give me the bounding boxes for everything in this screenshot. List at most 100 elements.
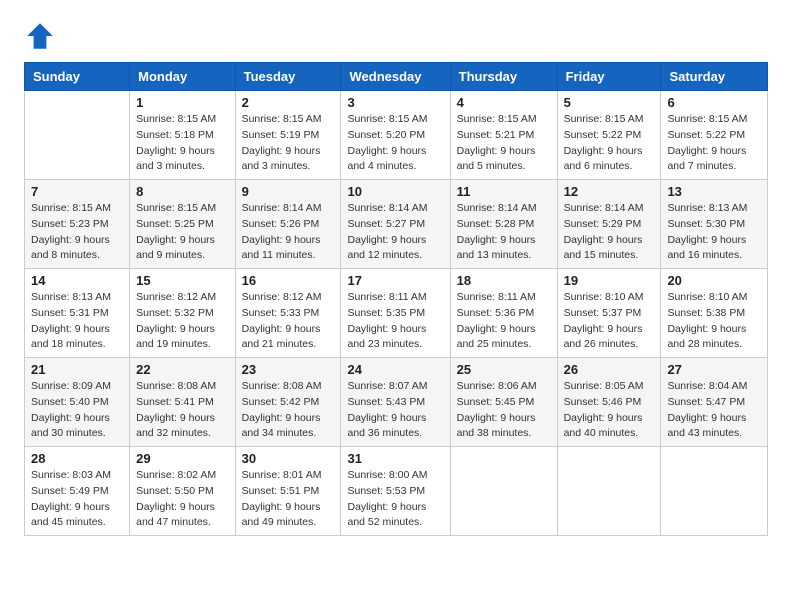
logo-icon bbox=[24, 20, 56, 52]
calendar-cell: 6Sunrise: 8:15 AMSunset: 5:22 PMDaylight… bbox=[661, 91, 768, 180]
calendar-header: SundayMondayTuesdayWednesdayThursdayFrid… bbox=[25, 63, 768, 91]
calendar-cell: 27 Sunrise: 8:04 AMSunset: 5:47 PMDayligh… bbox=[661, 358, 768, 447]
calendar-cell: 1 Sunrise: 8:15 AMSunset: 5:18 PMDaylight… bbox=[130, 91, 235, 180]
calendar-cell: 25Sunrise: 8:06 AMSunset: 5:45 PMDayligh… bbox=[450, 358, 557, 447]
day-number: 18 bbox=[457, 273, 551, 288]
header-row: SundayMondayTuesdayWednesdayThursdayFrid… bbox=[25, 63, 768, 91]
calendar-cell: 13 Sunrise: 8:13 AMSunset: 5:30 PMDayligh… bbox=[661, 180, 768, 269]
header-cell-friday: Friday bbox=[557, 63, 661, 91]
calendar-cell: 19 Sunrise: 8:10 AMSunset: 5:37 PMDayligh… bbox=[557, 269, 661, 358]
day-number: 14 bbox=[31, 273, 123, 288]
day-number: 3 bbox=[347, 95, 443, 110]
day-number: 2 bbox=[242, 95, 335, 110]
calendar-cell: 2 Sunrise: 8:15 AMSunset: 5:19 PMDaylight… bbox=[235, 91, 341, 180]
day-detail: Sunrise: 8:04 AMSunset: 5:47 PMDaylight:… bbox=[667, 379, 761, 442]
day-number: 29 bbox=[136, 451, 228, 466]
calendar-cell: 17 Sunrise: 8:11 AMSunset: 5:35 PMDayligh… bbox=[341, 269, 450, 358]
calendar-cell: 5 Sunrise: 8:15 AMSunset: 5:22 PMDaylight… bbox=[557, 91, 661, 180]
day-detail: Sunrise: 8:14 AMSunset: 5:26 PMDaylight:… bbox=[242, 201, 335, 264]
day-number: 17 bbox=[347, 273, 443, 288]
page-header bbox=[24, 20, 768, 52]
day-detail: Sunrise: 8:10 AMSunset: 5:37 PMDaylight:… bbox=[564, 290, 655, 353]
day-detail: Sunrise: 8:09 AMSunset: 5:40 PMDaylight:… bbox=[31, 379, 123, 442]
calendar-cell: 23 Sunrise: 8:08 AMSunset: 5:42 PMDayligh… bbox=[235, 358, 341, 447]
day-number: 30 bbox=[242, 451, 335, 466]
calendar-cell: 7 Sunrise: 8:15 AMSunset: 5:23 PMDaylight… bbox=[25, 180, 130, 269]
day-number: 16 bbox=[242, 273, 335, 288]
calendar-cell bbox=[450, 447, 557, 536]
day-detail: Sunrise: 8:15 AMSunset: 5:19 PMDaylight:… bbox=[242, 112, 335, 175]
calendar-cell: 31Sunrise: 8:00 AMSunset: 5:53 PMDayligh… bbox=[341, 447, 450, 536]
calendar-body: 1 Sunrise: 8:15 AMSunset: 5:18 PMDaylight… bbox=[25, 91, 768, 536]
day-number: 21 bbox=[31, 362, 123, 377]
day-number: 6 bbox=[667, 95, 761, 110]
day-detail: Sunrise: 8:08 AMSunset: 5:42 PMDaylight:… bbox=[242, 379, 335, 442]
week-row-4: 28 Sunrise: 8:03 AMSunset: 5:49 PMDayligh… bbox=[25, 447, 768, 536]
day-detail: Sunrise: 8:14 AMSunset: 5:29 PMDaylight:… bbox=[564, 201, 655, 264]
day-detail: Sunrise: 8:12 AMSunset: 5:33 PMDaylight:… bbox=[242, 290, 335, 353]
calendar-cell: 29 Sunrise: 8:02 AMSunset: 5:50 PMDayligh… bbox=[130, 447, 235, 536]
day-number: 19 bbox=[564, 273, 655, 288]
header-cell-saturday: Saturday bbox=[661, 63, 768, 91]
day-number: 15 bbox=[136, 273, 228, 288]
day-detail: Sunrise: 8:14 AMSunset: 5:27 PMDaylight:… bbox=[347, 201, 443, 264]
calendar-cell: 4 Sunrise: 8:15 AMSunset: 5:21 PMDaylight… bbox=[450, 91, 557, 180]
calendar-cell: 15 Sunrise: 8:12 AMSunset: 5:32 PMDayligh… bbox=[130, 269, 235, 358]
day-detail: Sunrise: 8:14 AMSunset: 5:28 PMDaylight:… bbox=[457, 201, 551, 264]
day-number: 13 bbox=[667, 184, 761, 199]
day-number: 1 bbox=[136, 95, 228, 110]
calendar-cell: 12Sunrise: 8:14 AMSunset: 5:29 PMDayligh… bbox=[557, 180, 661, 269]
day-detail: Sunrise: 8:12 AMSunset: 5:32 PMDaylight:… bbox=[136, 290, 228, 353]
day-detail: Sunrise: 8:15 AMSunset: 5:22 PMDaylight:… bbox=[564, 112, 655, 175]
calendar-cell: 22Sunrise: 8:08 AMSunset: 5:41 PMDayligh… bbox=[130, 358, 235, 447]
calendar-cell bbox=[557, 447, 661, 536]
calendar-cell: 18 Sunrise: 8:11 AMSunset: 5:36 PMDayligh… bbox=[450, 269, 557, 358]
day-detail: Sunrise: 8:05 AMSunset: 5:46 PMDaylight:… bbox=[564, 379, 655, 442]
day-detail: Sunrise: 8:15 AMSunset: 5:20 PMDaylight:… bbox=[347, 112, 443, 175]
calendar-cell: 26 Sunrise: 8:05 AMSunset: 5:46 PMDayligh… bbox=[557, 358, 661, 447]
calendar-cell: 21 Sunrise: 8:09 AMSunset: 5:40 PMDayligh… bbox=[25, 358, 130, 447]
day-number: 9 bbox=[242, 184, 335, 199]
calendar-cell: 10Sunrise: 8:14 AMSunset: 5:27 PMDayligh… bbox=[341, 180, 450, 269]
week-row-1: 7 Sunrise: 8:15 AMSunset: 5:23 PMDaylight… bbox=[25, 180, 768, 269]
day-detail: Sunrise: 8:00 AMSunset: 5:53 PMDaylight:… bbox=[347, 468, 443, 531]
calendar-cell: 11 Sunrise: 8:14 AMSunset: 5:28 PMDayligh… bbox=[450, 180, 557, 269]
day-detail: Sunrise: 8:11 AMSunset: 5:36 PMDaylight:… bbox=[457, 290, 551, 353]
day-number: 5 bbox=[564, 95, 655, 110]
calendar-cell: 8Sunrise: 8:15 AMSunset: 5:25 PMDaylight… bbox=[130, 180, 235, 269]
day-number: 25 bbox=[457, 362, 551, 377]
header-cell-tuesday: Tuesday bbox=[235, 63, 341, 91]
day-detail: Sunrise: 8:13 AMSunset: 5:30 PMDaylight:… bbox=[667, 201, 761, 264]
day-detail: Sunrise: 8:15 AMSunset: 5:23 PMDaylight:… bbox=[31, 201, 123, 264]
day-detail: Sunrise: 8:15 AMSunset: 5:18 PMDaylight:… bbox=[136, 112, 228, 175]
day-number: 28 bbox=[31, 451, 123, 466]
calendar-cell: 3 Sunrise: 8:15 AMSunset: 5:20 PMDaylight… bbox=[341, 91, 450, 180]
week-row-2: 14 Sunrise: 8:13 AMSunset: 5:31 PMDayligh… bbox=[25, 269, 768, 358]
day-detail: Sunrise: 8:01 AMSunset: 5:51 PMDaylight:… bbox=[242, 468, 335, 531]
day-number: 7 bbox=[31, 184, 123, 199]
day-number: 8 bbox=[136, 184, 228, 199]
day-detail: Sunrise: 8:10 AMSunset: 5:38 PMDaylight:… bbox=[667, 290, 761, 353]
week-row-3: 21 Sunrise: 8:09 AMSunset: 5:40 PMDayligh… bbox=[25, 358, 768, 447]
day-number: 4 bbox=[457, 95, 551, 110]
calendar-cell: 16 Sunrise: 8:12 AMSunset: 5:33 PMDayligh… bbox=[235, 269, 341, 358]
day-number: 27 bbox=[667, 362, 761, 377]
day-number: 26 bbox=[564, 362, 655, 377]
header-cell-wednesday: Wednesday bbox=[341, 63, 450, 91]
day-detail: Sunrise: 8:02 AMSunset: 5:50 PMDaylight:… bbox=[136, 468, 228, 531]
day-detail: Sunrise: 8:15 AMSunset: 5:21 PMDaylight:… bbox=[457, 112, 551, 175]
logo bbox=[24, 20, 60, 52]
day-detail: Sunrise: 8:13 AMSunset: 5:31 PMDaylight:… bbox=[31, 290, 123, 353]
day-detail: Sunrise: 8:07 AMSunset: 5:43 PMDaylight:… bbox=[347, 379, 443, 442]
header-cell-thursday: Thursday bbox=[450, 63, 557, 91]
calendar-cell: 24Sunrise: 8:07 AMSunset: 5:43 PMDayligh… bbox=[341, 358, 450, 447]
day-detail: Sunrise: 8:08 AMSunset: 5:41 PMDaylight:… bbox=[136, 379, 228, 442]
calendar-cell bbox=[661, 447, 768, 536]
day-number: 11 bbox=[457, 184, 551, 199]
header-cell-monday: Monday bbox=[130, 63, 235, 91]
calendar-cell bbox=[25, 91, 130, 180]
calendar-cell: 20Sunrise: 8:10 AMSunset: 5:38 PMDayligh… bbox=[661, 269, 768, 358]
day-number: 23 bbox=[242, 362, 335, 377]
day-detail: Sunrise: 8:11 AMSunset: 5:35 PMDaylight:… bbox=[347, 290, 443, 353]
day-detail: Sunrise: 8:03 AMSunset: 5:49 PMDaylight:… bbox=[31, 468, 123, 531]
